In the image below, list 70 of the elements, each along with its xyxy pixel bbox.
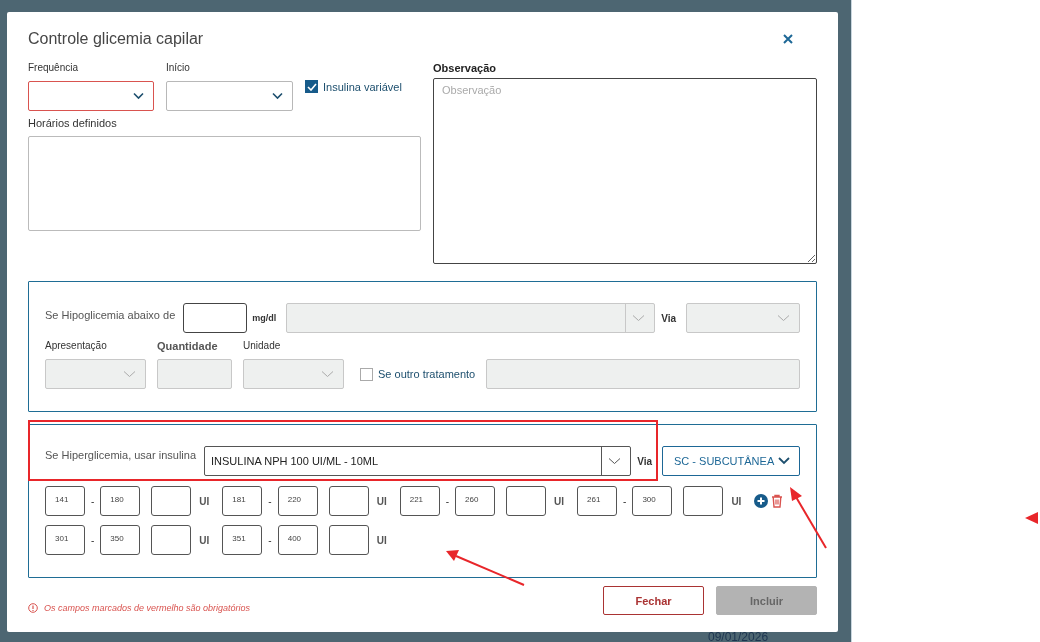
insulin-select[interactable]: INSULINA NPH 100 UI/ML - 10ML (204, 446, 632, 476)
via-label: Via (661, 312, 676, 324)
chevron-icon (272, 92, 283, 100)
range-start-input[interactable]: 141 (45, 486, 85, 516)
range-end-input[interactable]: 300 (632, 486, 673, 516)
quantity-input[interactable] (157, 359, 232, 389)
field-label: Apresentação (45, 340, 108, 352)
chevron-icon (133, 92, 144, 100)
required-fields-message: Os campos marcados de vermelho são obrigatórios (44, 602, 251, 613)
dose-input[interactable] (506, 486, 547, 516)
range-end-input[interactable]: 400 (277, 525, 318, 555)
field-label: Frequência (28, 62, 80, 74)
range-end-input[interactable]: 350 (100, 525, 141, 555)
dose-input[interactable] (151, 525, 192, 555)
close-button[interactable]: Fechar (603, 586, 704, 615)
annotation-arrow (1025, 512, 1038, 524)
other-treatment-input[interactable] (486, 359, 800, 389)
dialog-title: Controle glicemia capilar (28, 30, 204, 48)
dose-input[interactable] (328, 525, 369, 555)
annotation-arrow (790, 487, 827, 549)
unit-label: UI (199, 495, 210, 507)
chevron-icon (123, 370, 136, 378)
range-start-input[interactable]: 261 (577, 486, 618, 516)
unit-label: mg/dl (252, 313, 277, 323)
unit-label: UI (199, 534, 210, 546)
field-label: Unidade (243, 340, 282, 352)
dash: - (268, 534, 272, 546)
dash: - (91, 534, 95, 546)
field-label: Horários definidos (28, 117, 118, 129)
dash: - (91, 495, 95, 507)
unit-label: UI (731, 495, 742, 507)
checkbox-label: Se outro tratamento (378, 368, 476, 380)
range-start-input[interactable]: 301 (45, 525, 85, 555)
field-label: Início (166, 62, 191, 74)
range-start-input[interactable]: 351 (222, 525, 263, 555)
dose-input[interactable] (328, 486, 369, 516)
frequency-select[interactable] (28, 81, 154, 111)
route-select[interactable]: SC - SUBCUTÂNEA (662, 446, 800, 476)
unit-label: UI (376, 495, 387, 507)
threshold-input[interactable] (183, 303, 248, 333)
range-end-input[interactable]: 260 (455, 486, 496, 516)
observation-textarea[interactable]: Observação (433, 78, 817, 264)
via-label: Via (637, 455, 652, 467)
checkbox[interactable] (305, 80, 318, 93)
chevron-icon (778, 457, 790, 465)
dose-input[interactable] (683, 486, 724, 516)
range-start-input[interactable]: 221 (399, 486, 440, 516)
field-label: Observação (433, 62, 497, 74)
range-end-input[interactable]: 180 (100, 486, 141, 516)
dash: - (268, 495, 272, 507)
dash: - (445, 495, 450, 507)
trash-icon[interactable] (771, 494, 784, 508)
chevron-icon (632, 314, 646, 322)
checkbox-label: Insulina variável (323, 80, 402, 93)
dash: - (623, 495, 627, 507)
chevron-icon (608, 457, 622, 465)
add-icon[interactable] (754, 494, 769, 508)
start-select[interactable] (166, 81, 293, 111)
dose-input[interactable] (151, 486, 192, 516)
range-start-input[interactable]: 181 (222, 486, 263, 516)
range-end-input[interactable]: 220 (277, 486, 318, 516)
info-icon (28, 602, 38, 613)
chevron-icon (777, 314, 790, 322)
unit-label: UI (554, 495, 565, 507)
field-label: Se Hiperglicemia, usar insulina (45, 449, 196, 461)
field-label: Quantidade (157, 340, 219, 352)
field-label: Se Hipoglicemia abaixo de (45, 309, 176, 321)
close-icon[interactable] (783, 34, 793, 44)
chevron-icon (321, 370, 334, 378)
unit-label: UI (376, 534, 387, 546)
